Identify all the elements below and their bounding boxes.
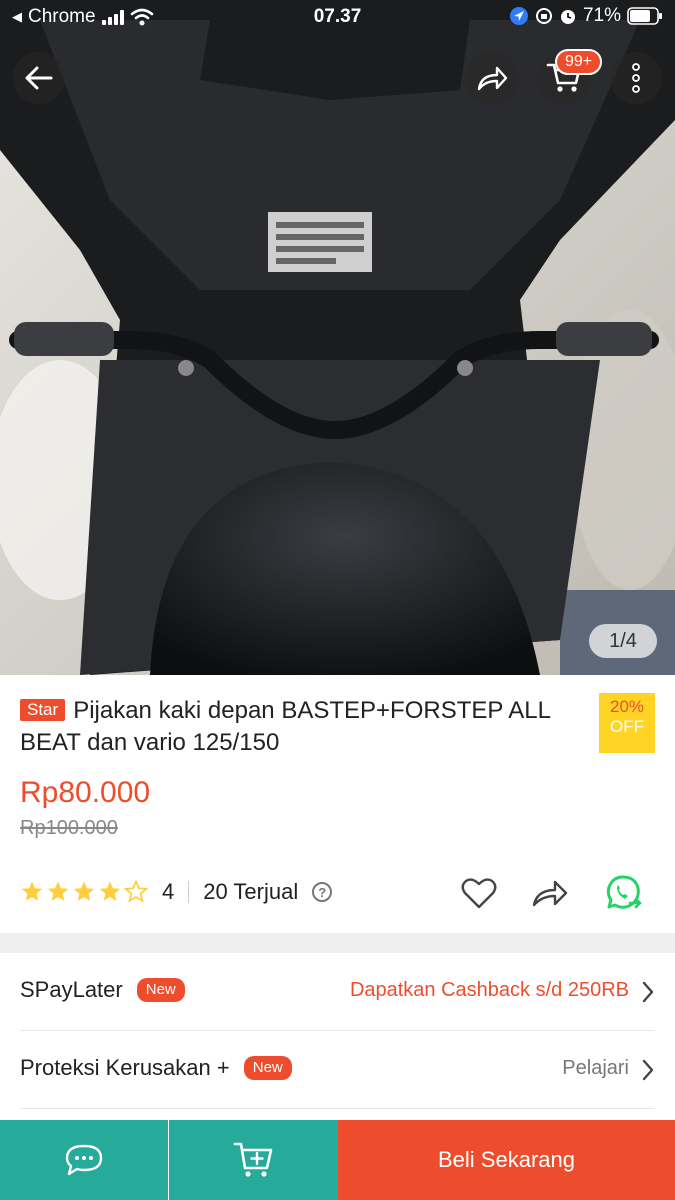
protection-label-wrap: Proteksi Kerusakan + New (20, 1055, 292, 1081)
bottom-action-bar: Beli Sekarang (0, 1120, 675, 1200)
chat-button[interactable] (0, 1120, 168, 1200)
chevron-right-icon (642, 981, 654, 1003)
discount-badge: 20% OFF (599, 693, 655, 753)
share-icon (532, 880, 568, 907)
share-button[interactable] (466, 52, 518, 104)
section-gap (0, 933, 675, 953)
star-filled-icon (47, 881, 69, 901)
protection-label: Proteksi Kerusakan + (20, 1055, 230, 1080)
whatsapp-icon (606, 875, 642, 909)
add-to-cart-icon (233, 1142, 272, 1177)
sold-count: 20 Terjual (203, 879, 299, 904)
whatsapp-share-button[interactable] (603, 873, 643, 913)
spaylater-row[interactable]: SPayLater New Dapatkan Cashback s/d 250R… (0, 953, 675, 1031)
cart-count-badge: 99+ (555, 49, 603, 75)
status-right: 71% (509, 5, 663, 27)
battery-icon (627, 7, 662, 25)
rating-row[interactable]: 4 20 Terjual ? (20, 879, 333, 905)
spaylater-label-wrap: SPayLater New (20, 977, 185, 1003)
status-bar: ◀ Chrome 07.37 71% (0, 0, 675, 34)
star-seller-badge: Star (20, 699, 66, 721)
star-empty-icon (124, 880, 148, 903)
row-divider (20, 1108, 655, 1109)
star-filled-icon (21, 881, 43, 901)
chat-icon (65, 1144, 103, 1176)
battery-percent: 71% (582, 5, 621, 26)
share-icon (477, 66, 508, 91)
star-filled-icon (73, 881, 95, 901)
heart-icon (461, 878, 497, 909)
rating-value: 4 (162, 879, 175, 904)
back-arrow-icon (25, 66, 53, 90)
image-counter: 1/4 (589, 624, 657, 658)
spaylater-label: SPayLater (20, 977, 123, 1002)
product-price: Rp80.000 (20, 776, 151, 809)
original-price: Rp100.000 (20, 817, 118, 839)
new-badge: New (136, 978, 185, 1002)
buy-now-button[interactable]: Beli Sekarang (338, 1120, 675, 1200)
location-icon (509, 7, 528, 25)
help-icon[interactable]: ? (312, 882, 333, 902)
more-icon (632, 63, 640, 93)
share-product-button[interactable] (530, 873, 570, 913)
add-to-cart-button[interactable] (169, 1120, 338, 1200)
favorite-button[interactable] (459, 873, 499, 913)
chevron-right-icon (642, 1059, 654, 1081)
product-info: Star Pijakan kaki depan BASTEP+FORSTEP AL… (0, 675, 675, 933)
more-options-button[interactable] (610, 52, 662, 104)
discount-off-label: OFF (610, 717, 644, 736)
discount-percent: 20% (609, 697, 645, 716)
back-button[interactable] (13, 52, 65, 104)
product-title-block: Star Pijakan kaki depan BASTEP+FORSTEP AL… (20, 695, 585, 759)
rating-stars (20, 880, 148, 904)
rating-divider (188, 881, 190, 903)
product-title: Pijakan kaki depan BASTEP+FORSTEP ALL BE… (20, 697, 551, 756)
rotation-lock-icon (535, 8, 552, 24)
spaylater-cashback-text: Dapatkan Cashback s/d 250RB (349, 979, 629, 1001)
product-image-gallery[interactable]: ◀ Chrome 07.37 71% 99+ 1/4 (0, 0, 675, 675)
new-badge: New (243, 1056, 292, 1080)
protection-learn-text: Pelajari (562, 1057, 629, 1079)
protection-row[interactable]: Proteksi Kerusakan + New Pelajari (0, 1031, 675, 1109)
alarm-icon (560, 10, 575, 24)
star-filled-icon (99, 881, 121, 901)
